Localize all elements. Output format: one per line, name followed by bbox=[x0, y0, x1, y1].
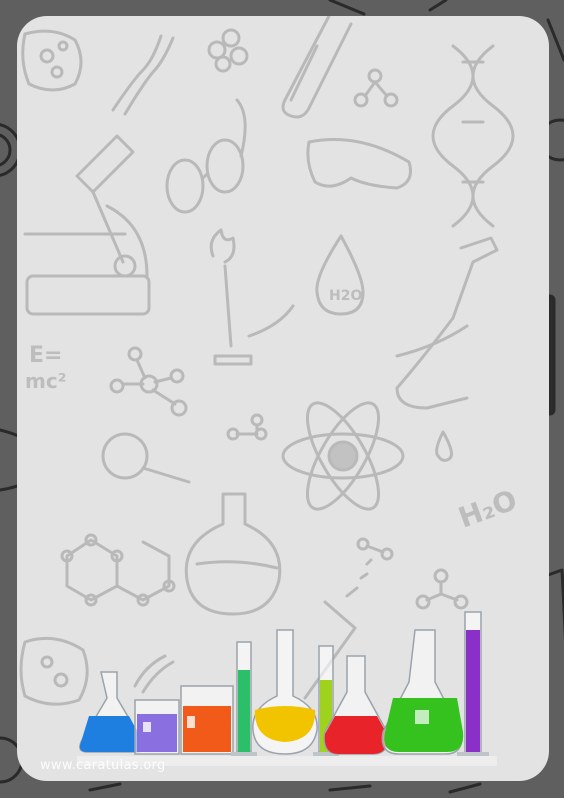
petri-dish-bottom-icon bbox=[19, 636, 89, 706]
magnifying-glass-icon bbox=[101, 432, 191, 484]
content-panel: H2O E= mc² H₂O bbox=[17, 16, 549, 781]
safety-goggles-icon bbox=[306, 138, 412, 190]
dna-bottom-icon bbox=[133, 654, 175, 694]
green-flask bbox=[381, 629, 464, 755]
energy-formula-line-2: mc² bbox=[25, 369, 66, 393]
dna-helix-icon bbox=[431, 44, 515, 228]
molecule-chain-icon bbox=[109, 346, 188, 417]
microscope-icon bbox=[23, 134, 151, 316]
dna-icon bbox=[111, 34, 175, 116]
mini-molecule-icon bbox=[226, 413, 268, 441]
watermark-text[interactable]: www.caratulas.org bbox=[40, 758, 166, 773]
atom-icon bbox=[281, 401, 405, 511]
hexagon-molecule-icon bbox=[60, 533, 176, 607]
green-cylinder bbox=[231, 641, 257, 756]
test-tube-icon bbox=[281, 16, 353, 119]
eyeglasses-icon bbox=[165, 98, 247, 214]
purple-beaker bbox=[134, 699, 180, 755]
erlenmeyer-flask-icon bbox=[395, 236, 499, 410]
branch-molecule-icon bbox=[415, 568, 469, 610]
round-bottom-flask-icon bbox=[184, 492, 282, 616]
molecule-cluster-icon bbox=[207, 28, 249, 73]
small-molecule-icon bbox=[353, 68, 399, 108]
drop-formula: H2O bbox=[329, 288, 362, 304]
orange-beaker bbox=[180, 685, 234, 755]
background-doodles: H2O E= mc² H₂O bbox=[19, 16, 521, 766]
small-drop-icon bbox=[435, 430, 453, 462]
water-formula-right: H₂O bbox=[454, 483, 521, 534]
frame-doodle-bottom bbox=[88, 782, 482, 794]
tiny-molecule-icon bbox=[356, 537, 394, 561]
petri-dish-icon bbox=[21, 29, 83, 92]
bunsen-burner-icon bbox=[209, 228, 295, 366]
energy-formula-line-1: E= bbox=[29, 343, 62, 368]
red-flask bbox=[323, 655, 389, 755]
frame-doodle-top bbox=[328, 0, 448, 16]
